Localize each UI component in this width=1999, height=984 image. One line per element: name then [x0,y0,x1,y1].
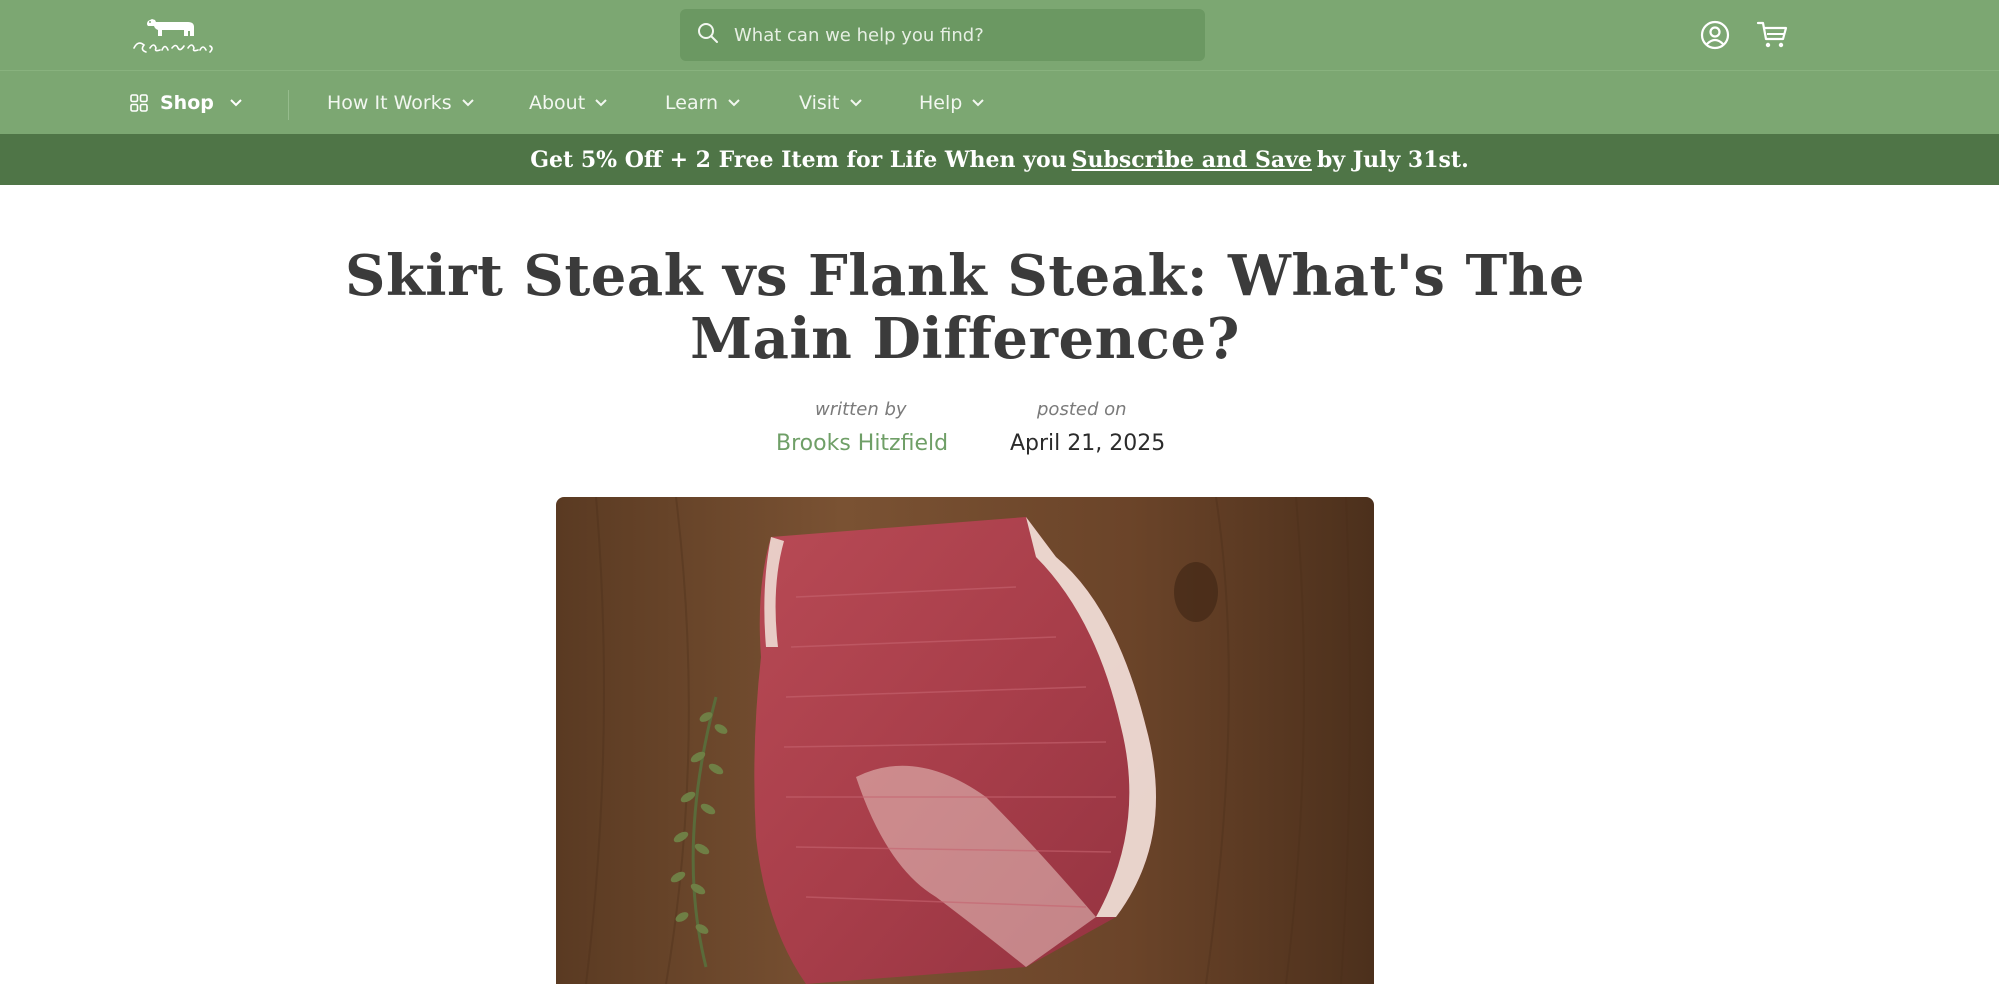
written-by-label: written by [815,399,907,420]
posted-on-label: posted on [1037,399,1127,420]
chevron-down-icon [972,99,985,107]
search-bar[interactable] [680,9,1205,61]
nav-item-label: About [529,92,586,114]
chevron-down-icon [595,99,607,107]
nav-item-label: Shop [160,92,214,114]
shopping-cart-icon[interactable] [1754,17,1790,53]
search-input[interactable] [732,23,1176,47]
nav-item-how-it-works[interactable]: How It Works [327,71,474,135]
author-link[interactable]: Brooks Hitzfield [776,431,948,456]
subscribe-and-save-link[interactable]: Subscribe and Save [1072,147,1312,173]
site-header [0,0,1999,70]
nav-item-label: Visit [799,92,840,114]
nav-divider [288,90,289,120]
chevron-down-icon [728,99,740,107]
nav-item-label: Learn [665,92,719,114]
nav-item-shop[interactable]: Shop [130,71,242,135]
nav-item-learn[interactable]: Learn [665,71,740,135]
hero-image [556,497,1374,984]
post-date: April 21, 2025 [1010,431,1166,456]
nav-item-visit[interactable]: Visit [799,71,862,135]
nav-item-label: How It Works [327,92,452,114]
grid-icon [130,94,148,112]
search-icon [696,21,720,49]
chevron-down-icon [230,99,242,107]
chevron-down-icon [461,99,474,107]
promo-text-before: Get 5% Off + 2 Free Item for Life When y… [530,146,1067,173]
article-title: Skirt Steak vs Flank Steak: What's The M… [345,243,1585,372]
nav-item-help[interactable]: Help [919,71,985,135]
nav-item-label: Help [919,92,963,114]
chevron-down-icon [849,99,862,107]
main-nav: Shop How It Works About Learn Visit Help [0,70,1999,135]
promo-banner: Get 5% Off + 2 Free Item for Life When y… [0,134,1999,185]
cow-logo-icon[interactable] [128,12,220,58]
promo-text-after: by July 31st. [1316,146,1469,173]
nav-item-about[interactable]: About [529,71,607,135]
user-circle-icon[interactable] [1697,17,1733,53]
